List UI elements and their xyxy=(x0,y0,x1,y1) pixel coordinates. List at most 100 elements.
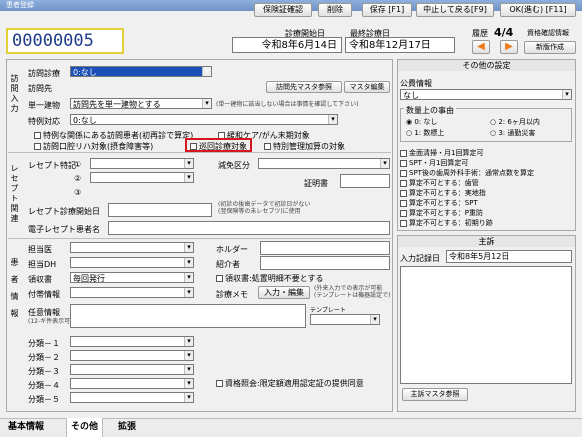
history-label: 履歴 xyxy=(472,29,488,38)
last-visit-field[interactable]: 令和8年12月17日 xyxy=(345,37,455,53)
introducer-field[interactable] xyxy=(260,256,390,270)
free-info-field[interactable] xyxy=(70,304,306,328)
special-mgmt-checkbox[interactable]: 特別管理加算の対象 xyxy=(264,141,345,152)
chief-textarea[interactable] xyxy=(400,266,572,384)
receipt-special-num-2: ② xyxy=(74,174,82,183)
single-building-select[interactable]: 訪問先を単一建物とする xyxy=(70,98,212,109)
qualification-check-link[interactable]: 資格確認情報 xyxy=(527,28,569,38)
check-item-8[interactable]: 算定不可とする：初期り跡 xyxy=(400,218,493,228)
single-building-hint: (単一建物に該当しない場合は事情を確認して下さい) xyxy=(216,101,359,108)
arrow-right-icon: ▶ xyxy=(505,41,513,52)
next-history-button[interactable]: ▶ xyxy=(500,40,518,54)
divider xyxy=(8,238,391,239)
radio-commute[interactable]: ○ 3: 通勤災害 xyxy=(490,128,535,138)
template-select[interactable] xyxy=(310,314,380,325)
classification-select-3[interactable] xyxy=(70,364,194,375)
doctor-label: 担当医 xyxy=(28,245,52,254)
tab-basic-info[interactable]: 基本情報 xyxy=(8,418,44,437)
classification-label-2: 分類－２ xyxy=(28,353,60,362)
cancel-back-button[interactable]: 中止して戻る[F9] xyxy=(416,3,494,17)
certificate-field[interactable] xyxy=(340,174,390,188)
master-edit-button[interactable]: マスタ編集 xyxy=(344,81,390,93)
receipt-special-select-1[interactable] xyxy=(90,158,194,169)
classification-select-2[interactable] xyxy=(70,350,194,361)
classification-select-4[interactable] xyxy=(70,378,194,389)
receipt-start-field[interactable] xyxy=(108,203,212,217)
template-label: テンプレート xyxy=(310,307,346,314)
holder-label: ホルダー xyxy=(216,245,248,254)
memo-hint: (外来入力での表示が可能 (テンプレートは機器設定で) xyxy=(314,285,391,299)
receipt-section-label: レセプト関連 xyxy=(10,164,19,224)
special-label: 特例対応 xyxy=(28,117,60,126)
patient-id[interactable]: 00000005 xyxy=(6,28,124,54)
classification-label-4: 分類－４ xyxy=(28,381,60,390)
difficult-checkbox[interactable]: 訪問口腔リハ対象(摂食障害等) xyxy=(34,141,153,152)
visit-dest-label: 訪問先 xyxy=(28,84,52,93)
classification-label-5: 分類－５ xyxy=(28,395,60,404)
first-visit-field[interactable]: 令和8年6月14日 xyxy=(232,37,342,53)
receipt-special-num-1: ① xyxy=(74,160,82,169)
visit-clinic-select[interactable]: 0:なし xyxy=(70,66,212,77)
tab-extension[interactable]: 拡張 xyxy=(118,418,136,437)
e-receipt-name-field[interactable] xyxy=(108,221,390,235)
entry-date-field[interactable]: 令和8年5月12日 xyxy=(446,250,572,263)
save-button[interactable]: 保存 [F1] xyxy=(362,3,412,17)
check-item-4[interactable]: 算定不可とする：歯管 xyxy=(400,178,479,188)
special-select[interactable]: 0:なし xyxy=(70,114,338,125)
e-receipt-name-label: 電子レセプト患者名 xyxy=(28,225,100,234)
classification-select-1[interactable] xyxy=(70,336,194,347)
check-item-3[interactable]: SPT後の歯周外科手術：通常点数を算定 xyxy=(400,168,534,178)
chief-title: 主訴 xyxy=(398,236,575,247)
visit-section-label: 訪問入力 xyxy=(10,74,19,114)
attached-info-select[interactable] xyxy=(70,287,194,298)
radio-six-months[interactable]: ○ 2: 6ヶ月以内 xyxy=(490,117,540,127)
attached-info-label: 付帯情報 xyxy=(28,290,60,299)
tab-other[interactable]: その他 xyxy=(66,418,104,437)
check-item-7[interactable]: 算定不可とする：P重防 xyxy=(400,208,483,218)
chief-master-button[interactable]: 主訴マスタ参照 xyxy=(402,388,468,401)
radio-above[interactable]: ○ 1: 数標上 xyxy=(406,128,444,138)
check-item-1[interactable]: 金面清掃・月1回算定可 xyxy=(400,148,483,158)
input-edit-button[interactable]: 入力・編集 xyxy=(258,286,310,299)
check-item-6[interactable]: 算定不可とする：SPT xyxy=(400,198,478,208)
patient-section-label: 患者情報 xyxy=(10,258,19,326)
ok-next-button[interactable]: OK(進む) [F11] xyxy=(500,3,576,17)
classification-label-1: 分類－１ xyxy=(28,339,60,348)
clinical-memo-label: 診療メモ xyxy=(216,290,248,299)
free-info-hint: (12-ギ件表示可) xyxy=(28,318,73,325)
classification-select-5[interactable] xyxy=(70,392,194,403)
quantity-title: 数量上の事由 xyxy=(404,105,456,116)
check-item-2[interactable]: SPT・月1回算定可 xyxy=(400,158,468,168)
receipt-special-num-3: ③ xyxy=(74,188,82,197)
visit-dest-master-button[interactable]: 訪問先マスタ参照 xyxy=(266,81,342,93)
check-item-5[interactable]: 算定不可とする：実地指 xyxy=(400,188,486,198)
treatment-detail-checkbox[interactable]: 領収書:処置明細不要とする xyxy=(216,273,323,284)
special-rel-checkbox[interactable]: 特例な関係にある訪問患者(初再診で算定) xyxy=(34,130,193,141)
free-info-label: 任意情報 xyxy=(28,308,60,317)
radio-unchecked-icon: ○ xyxy=(490,118,497,126)
receipt-issue-select[interactable]: 毎回発行 xyxy=(70,272,194,283)
entry-date-label: 入力記録日 xyxy=(400,254,440,263)
doctor-select[interactable] xyxy=(70,242,194,253)
reduction-select[interactable] xyxy=(258,158,390,169)
prev-history-button[interactable]: ◀ xyxy=(472,40,490,54)
receipt-special-label: レセプト特記 xyxy=(28,161,76,170)
dh-select[interactable] xyxy=(70,257,194,268)
new-version-button[interactable]: 新版作成 xyxy=(524,41,576,54)
receipt-special-select-2[interactable] xyxy=(90,172,194,183)
divider xyxy=(8,152,391,153)
holder-field[interactable] xyxy=(260,241,390,255)
public-info-label: 公費情報 xyxy=(400,79,432,88)
receipt-start-label: レセプト診療開始日 xyxy=(28,207,100,216)
patrol-checkbox[interactable]: 巡回診療対象 xyxy=(185,138,252,152)
radio-none[interactable]: ◉ 0: なし xyxy=(406,117,437,127)
visit-clinic-label: 訪問診療 xyxy=(28,69,60,78)
delete-button[interactable]: 削除 xyxy=(318,3,352,17)
public-info-select[interactable]: なし xyxy=(400,89,572,100)
other-settings-title: その他の設定 xyxy=(398,60,575,71)
insurance-check-button[interactable]: 保険証確認 xyxy=(254,3,312,17)
introducer-label: 紹介者 xyxy=(216,260,240,269)
receipt-issue-label: 領収書 xyxy=(28,275,52,284)
qualification-consent-checkbox[interactable]: 資格照会:限定額適用認定証の提供同意 xyxy=(216,378,364,389)
history-value: 4/4 xyxy=(494,26,514,39)
